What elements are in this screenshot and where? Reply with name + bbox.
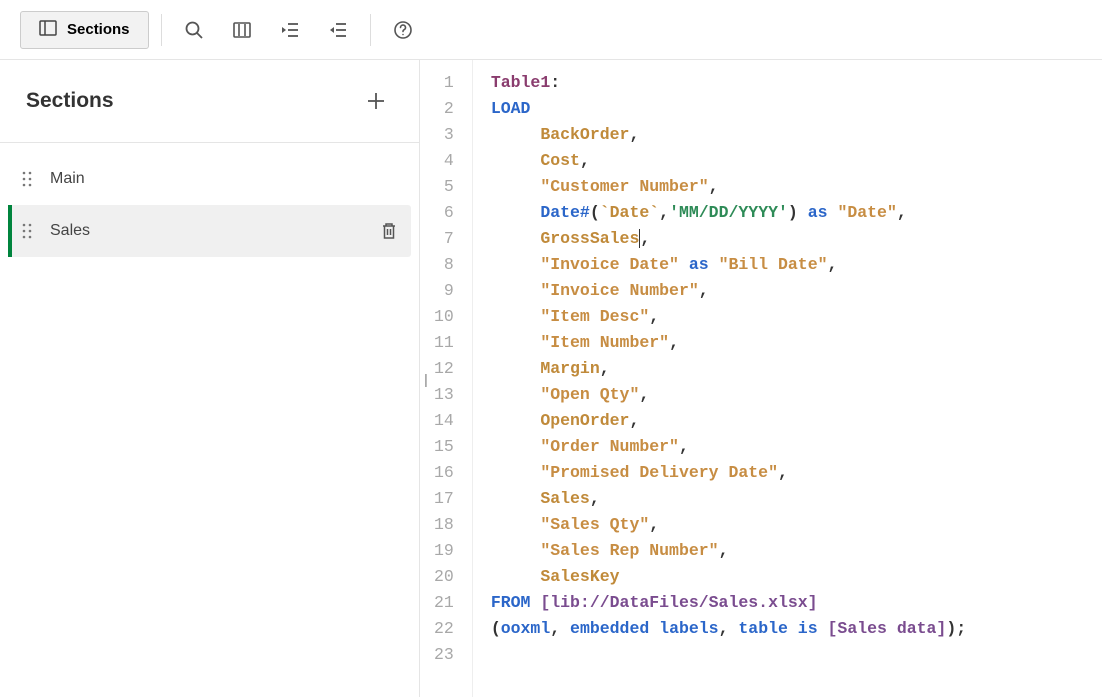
add-section-button[interactable]: [359, 84, 393, 118]
code-line[interactable]: "Sales Qty",: [491, 512, 966, 538]
code-content[interactable]: Table1:LOAD BackOrder, Cost, "Customer N…: [473, 60, 984, 697]
line-number: 11: [434, 330, 454, 356]
section-item[interactable]: Main: [8, 153, 411, 205]
delete-section-button[interactable]: [381, 222, 397, 240]
drag-handle-icon[interactable]: [22, 171, 32, 187]
search-button[interactable]: [174, 10, 214, 50]
code-line[interactable]: SalesKey: [491, 564, 966, 590]
code-line[interactable]: "Item Number",: [491, 330, 966, 356]
line-number: 2: [434, 96, 454, 122]
line-number: 9: [434, 278, 454, 304]
code-line[interactable]: BackOrder,: [491, 122, 966, 148]
line-number: 7: [434, 226, 454, 252]
code-line[interactable]: Sales,: [491, 486, 966, 512]
sections-toggle-button[interactable]: Sections: [20, 11, 149, 49]
code-line[interactable]: Margin,: [491, 356, 966, 382]
sections-toggle-label: Sections: [67, 21, 130, 38]
code-line[interactable]: LOAD: [491, 96, 966, 122]
help-button[interactable]: [383, 10, 423, 50]
line-number: 20: [434, 564, 454, 590]
code-line[interactable]: "Invoice Date" as "Bill Date",: [491, 252, 966, 278]
main-layout: Sections MainSales || 123456789101112131…: [0, 60, 1102, 697]
line-number: 19: [434, 538, 454, 564]
sections-sidebar: Sections MainSales ||: [0, 60, 420, 697]
code-line[interactable]: "Customer Number",: [491, 174, 966, 200]
drag-handle-icon[interactable]: [22, 223, 32, 239]
code-line[interactable]: "Sales Rep Number",: [491, 538, 966, 564]
comment-toggle-button[interactable]: [222, 10, 262, 50]
code-line[interactable]: [491, 642, 966, 668]
line-number: 8: [434, 252, 454, 278]
line-number: 4: [434, 148, 454, 174]
panel-splitter-handle[interactable]: ||: [424, 371, 425, 387]
code-editor[interactable]: 1234567891011121314151617181920212223 Ta…: [420, 60, 1102, 697]
line-number: 22: [434, 616, 454, 642]
toolbar-divider: [370, 14, 371, 46]
line-number: 15: [434, 434, 454, 460]
panel-icon: [39, 20, 57, 40]
line-number: 10: [434, 304, 454, 330]
indent-button[interactable]: [270, 10, 310, 50]
line-number: 1: [434, 70, 454, 96]
line-number: 13: [434, 382, 454, 408]
line-number: 16: [434, 460, 454, 486]
code-line[interactable]: Cost,: [491, 148, 966, 174]
section-label: Sales: [50, 222, 363, 240]
code-line[interactable]: FROM [lib://DataFiles/Sales.xlsx]: [491, 590, 966, 616]
line-gutter: 1234567891011121314151617181920212223: [420, 60, 473, 697]
section-item[interactable]: Sales: [8, 205, 411, 257]
line-number: 21: [434, 590, 454, 616]
code-line[interactable]: "Open Qty",: [491, 382, 966, 408]
code-line[interactable]: Date#(`Date`,'MM/DD/YYYY') as "Date",: [491, 200, 966, 226]
code-line[interactable]: "Order Number",: [491, 434, 966, 460]
line-number: 23: [434, 642, 454, 668]
sidebar-title: Sections: [26, 89, 114, 113]
line-number: 5: [434, 174, 454, 200]
line-number: 3: [434, 122, 454, 148]
section-label: Main: [50, 170, 397, 188]
sidebar-header: Sections: [0, 60, 419, 142]
line-number: 6: [434, 200, 454, 226]
outdent-button[interactable]: [318, 10, 358, 50]
line-number: 17: [434, 486, 454, 512]
code-line[interactable]: "Item Desc",: [491, 304, 966, 330]
code-line[interactable]: "Invoice Number",: [491, 278, 966, 304]
line-number: 12: [434, 356, 454, 382]
line-number: 18: [434, 512, 454, 538]
line-number: 14: [434, 408, 454, 434]
code-line[interactable]: "Promised Delivery Date",: [491, 460, 966, 486]
section-list: Main Sales: [0, 143, 419, 267]
toolbar: Sections: [0, 0, 1102, 60]
code-line[interactable]: Table1:: [491, 70, 966, 96]
toolbar-divider: [161, 14, 162, 46]
code-line[interactable]: (ooxml, embedded labels, table is [Sales…: [491, 616, 966, 642]
code-line[interactable]: OpenOrder,: [491, 408, 966, 434]
code-line[interactable]: GrossSales,: [491, 226, 966, 252]
